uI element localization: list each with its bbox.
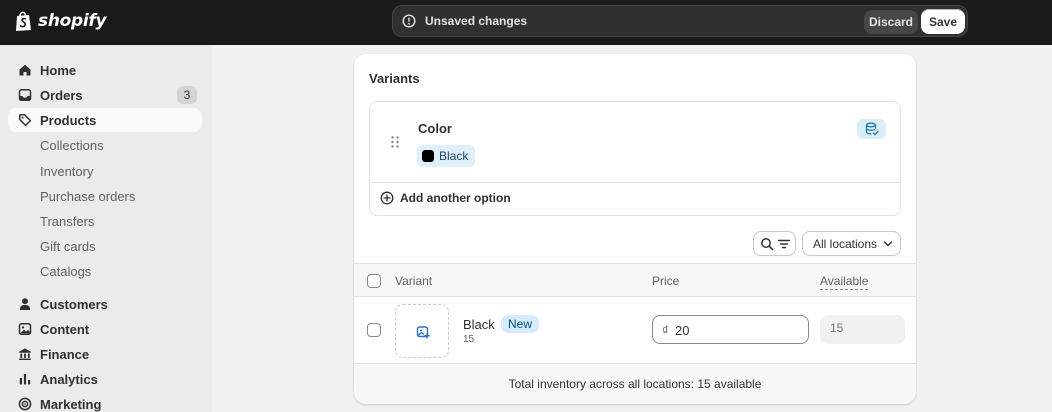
inventory-summary-footer: Total inventory across all locations: 15…	[354, 363, 916, 404]
save-button[interactable]: Save	[921, 9, 965, 34]
filter-icon	[777, 239, 791, 249]
sidebar-item-label: Content	[40, 322, 90, 337]
add-option-label: Add another option	[400, 191, 511, 205]
sidebar-item-customers[interactable]: Customers	[8, 292, 202, 316]
unsaved-changes-message: Unsaved changes	[425, 14, 528, 28]
metaobject-link-button[interactable]	[857, 119, 886, 139]
variants-table-header: Variant Price Available	[354, 263, 916, 297]
plus-circle-icon	[380, 191, 394, 205]
sidebar-subitem-collections[interactable]: Collections	[40, 138, 104, 153]
column-header-variant: Variant	[395, 274, 433, 288]
divider	[370, 182, 900, 183]
sidebar-item-content[interactable]: Content	[8, 317, 202, 341]
top-bar: shopify Unsaved changes Discard Save	[0, 0, 1052, 45]
sidebar-subitem-inventory[interactable]: Inventory	[40, 164, 93, 179]
brand-name: shopify	[38, 11, 107, 31]
column-header-available[interactable]: Available	[820, 274, 869, 290]
available-input[interactable]	[830, 321, 890, 335]
inbox-icon	[18, 89, 32, 102]
contextual-save-bar: Unsaved changes Discard Save	[392, 5, 968, 37]
home-icon	[19, 64, 31, 76]
variant-name[interactable]: Black	[463, 317, 495, 332]
sidebar-item-products[interactable]: Products	[8, 108, 202, 132]
add-another-option-button[interactable]: Add another option	[380, 191, 511, 205]
locations-select[interactable]: All locations	[802, 231, 901, 256]
currency-symbol: ₫	[662, 323, 669, 338]
price-field[interactable]: ₫	[652, 315, 809, 344]
database-link-icon	[865, 122, 879, 136]
chevron-down-icon	[883, 241, 893, 247]
sidebar-subitem-transfers[interactable]: Transfers	[40, 214, 94, 229]
person-icon	[19, 298, 31, 310]
sidebar-item-label: Orders	[40, 88, 83, 103]
sidebar-item-label: Customers	[40, 297, 108, 312]
available-field[interactable]	[820, 315, 905, 344]
search-icon	[761, 238, 774, 251]
shopify-bag-icon	[16, 11, 31, 31]
option-name[interactable]: Color	[418, 121, 452, 136]
bank-icon	[19, 348, 31, 360]
shopify-logo[interactable]: shopify	[14, 10, 107, 32]
variant-subtext: 15	[463, 334, 475, 345]
search-filter-button[interactable]	[753, 231, 796, 256]
table-row[interactable]: Black New 15 ₫	[354, 297, 916, 363]
new-badge: New	[501, 315, 540, 333]
variant-option-box: Color Black Add another option	[369, 101, 901, 216]
sidebar-item-label: Marketing	[40, 397, 102, 412]
sidebar-subitem-purchase-orders[interactable]: Purchase orders	[40, 189, 135, 204]
sidebar-item-label: Products	[40, 113, 97, 128]
content-icon	[18, 323, 32, 335]
locations-select-label: All locations	[813, 237, 878, 251]
tag-icon	[19, 114, 32, 127]
variant-image-upload[interactable]	[395, 304, 449, 358]
inventory-summary-text: Total inventory across all locations: 15…	[508, 377, 762, 391]
drag-handle-icon[interactable]	[390, 135, 400, 149]
sidebar-item-label: Home	[40, 63, 77, 78]
sidebar-item-label: Analytics	[40, 372, 98, 387]
option-value-chip[interactable]: Black	[417, 145, 476, 167]
sidebar-item-analytics[interactable]: Analytics	[8, 367, 202, 391]
sidebar-item-label: Finance	[40, 347, 90, 362]
color-swatch	[422, 150, 434, 162]
option-value-label: Black	[439, 149, 469, 163]
select-all-checkbox[interactable]	[367, 274, 381, 288]
row-checkbox[interactable]	[367, 323, 381, 337]
variants-card-title: Variants	[369, 71, 420, 86]
variants-card: Variants Color Black Add another option …	[354, 54, 916, 404]
sidebar-subitem-catalogs[interactable]: Catalogs	[40, 264, 91, 279]
orders-count-badge: 3	[177, 86, 197, 104]
sidebar: Home Orders 3 Products Collections Inven…	[0, 45, 212, 412]
image-add-icon	[416, 326, 430, 339]
price-input[interactable]	[675, 321, 795, 339]
alert-circle-icon	[402, 14, 416, 28]
sidebar-item-marketing[interactable]: Marketing	[8, 392, 202, 412]
sidebar-subitem-gift-cards[interactable]: Gift cards	[40, 239, 96, 254]
bar-chart-icon	[19, 374, 31, 385]
sidebar-item-orders[interactable]: Orders 3	[8, 83, 202, 107]
sidebar-item-finance[interactable]: Finance	[8, 342, 202, 366]
discard-button[interactable]: Discard	[864, 10, 918, 34]
column-header-price: Price	[652, 274, 680, 288]
sidebar-item-home[interactable]: Home	[8, 58, 202, 82]
target-icon	[18, 397, 32, 411]
